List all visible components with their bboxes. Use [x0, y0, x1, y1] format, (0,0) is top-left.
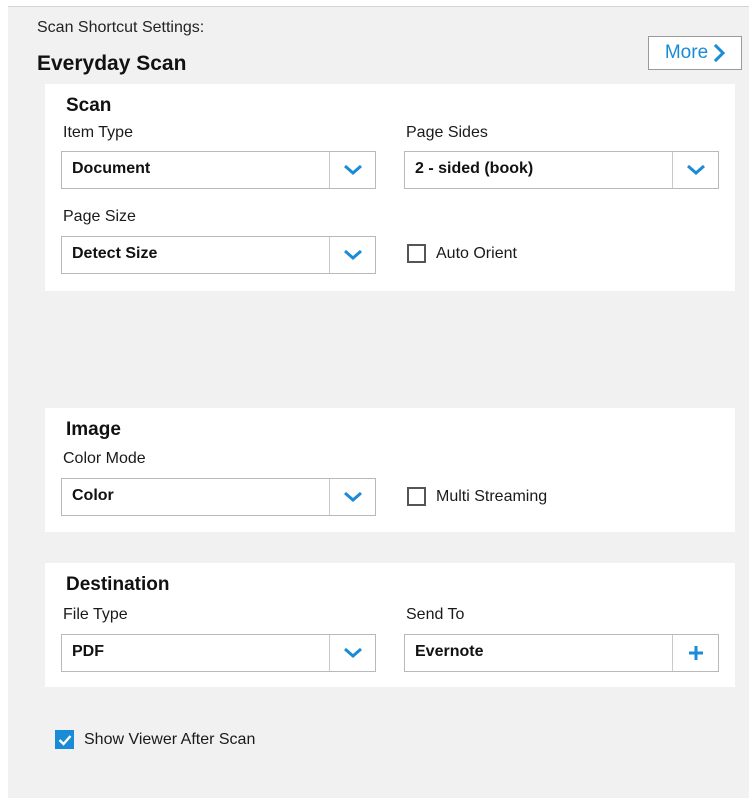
color-mode-label: Color Mode [63, 450, 146, 467]
page-sides-value: 2 - sided (book) [415, 160, 534, 177]
chevron-down-icon [343, 491, 362, 502]
auto-orient-label: Auto Orient [436, 244, 517, 262]
item-type-label: Item Type [63, 124, 133, 141]
file-type-value: PDF [72, 643, 104, 660]
multi-streaming-checkbox[interactable] [407, 487, 426, 506]
file-type-label: File Type [63, 606, 128, 623]
multi-streaming-label: Multi Streaming [436, 487, 548, 505]
destination-section-title: Destination [66, 574, 170, 595]
show-viewer-label: Show Viewer After Scan [84, 730, 256, 748]
page-size-select[interactable]: Detect Size [61, 236, 376, 274]
send-to-select[interactable]: Evernote [404, 634, 719, 672]
scan-section-title: Scan [66, 95, 112, 116]
item-type-dropdown-button[interactable] [330, 152, 375, 188]
color-mode-value: Color [72, 487, 114, 504]
page-size-dropdown-button[interactable] [330, 237, 375, 273]
send-to-label: Send To [406, 606, 465, 623]
page-sides-select[interactable]: 2 - sided (book) [404, 151, 719, 189]
item-type-value: Document [72, 160, 151, 177]
color-mode-dropdown-button[interactable] [330, 479, 375, 515]
image-section: Image Color Mode Color Multi Streaming [45, 408, 735, 532]
plus-icon [688, 646, 703, 660]
settings-header-label: Scan Shortcut Settings: [37, 19, 205, 36]
show-viewer-checkbox-row[interactable]: Show Viewer After Scan [55, 730, 255, 749]
send-to-value: Evernote [415, 643, 484, 660]
image-section-title: Image [66, 419, 121, 440]
show-viewer-checkbox[interactable] [55, 730, 74, 749]
chevron-right-icon [714, 44, 726, 62]
auto-orient-checkbox-row[interactable]: Auto Orient [407, 244, 517, 263]
page-size-label: Page Size [63, 208, 136, 225]
more-button[interactable]: More [648, 36, 742, 70]
color-mode-select[interactable]: Color [61, 478, 376, 516]
chevron-down-icon [343, 164, 362, 175]
file-type-dropdown-button[interactable] [330, 635, 375, 671]
auto-orient-checkbox[interactable] [407, 244, 426, 263]
check-icon [58, 734, 71, 746]
scan-section: Scan Item Type Document Page Sides 2 - s… [45, 84, 735, 291]
item-type-select[interactable]: Document [61, 151, 376, 189]
chevron-down-icon [343, 249, 362, 260]
chevron-down-icon [686, 164, 705, 175]
settings-panel: Scan Shortcut Settings: Everyday Scan Mo… [8, 6, 749, 798]
page-size-value: Detect Size [72, 245, 158, 262]
more-button-label: More [664, 42, 709, 63]
page-sides-dropdown-button[interactable] [673, 152, 718, 188]
destination-section: Destination File Type PDF Send To Everno… [45, 563, 735, 687]
chevron-down-icon [343, 647, 362, 658]
file-type-select[interactable]: PDF [61, 634, 376, 672]
add-destination-button[interactable] [673, 635, 718, 671]
shortcut-title: Everyday Scan [37, 52, 187, 75]
page-sides-label: Page Sides [406, 124, 488, 141]
multi-streaming-checkbox-row[interactable]: Multi Streaming [407, 487, 547, 506]
